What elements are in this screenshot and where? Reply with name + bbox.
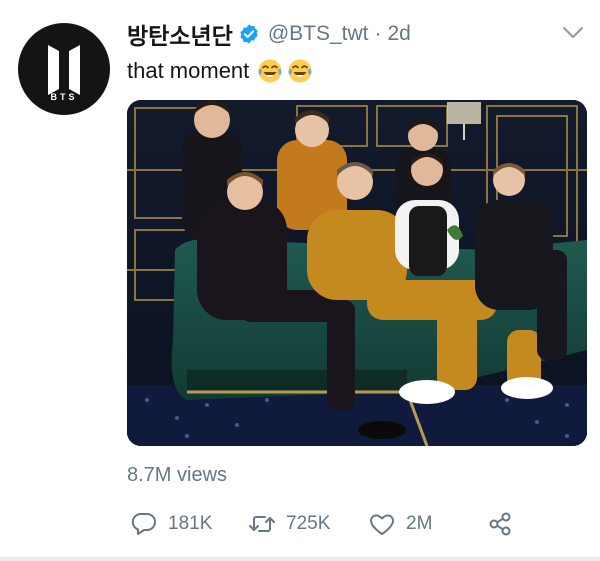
chevron-down-icon[interactable] [562, 25, 584, 41]
heart-icon [370, 514, 394, 535]
reply-button[interactable]: 181K [130, 509, 212, 539]
retweet-count: 725K [286, 513, 331, 534]
timestamp[interactable]: 2d [388, 22, 411, 46]
verified-badge-icon [240, 24, 258, 44]
group-photo-image [127, 100, 587, 446]
share-icon [489, 512, 511, 536]
like-button[interactable]: 2M [368, 509, 432, 539]
retweet-button[interactable]: 725K [248, 509, 330, 539]
divider [0, 557, 600, 561]
avatar[interactable]: BTS [18, 23, 110, 115]
separator-dot: · [374, 22, 382, 45]
handle[interactable]: @BTS_twt [268, 22, 369, 46]
retweet-icon [249, 516, 275, 532]
tears-of-joy-emoji-icon [288, 59, 312, 83]
display-name[interactable]: 방탄소년단 [127, 17, 233, 51]
like-count: 2M [406, 513, 433, 534]
tears-of-joy-emoji-icon [258, 59, 282, 83]
view-count: 8.7M views [127, 464, 228, 486]
tweet-media-photo[interactable] [127, 100, 587, 446]
reply-count: 181K [168, 513, 213, 534]
tweet-text-content: that moment [127, 58, 250, 83]
tweet-header: 방탄소년단 @BTS_twt · 2d [127, 17, 560, 51]
share-button[interactable] [486, 509, 514, 539]
reply-icon [131, 512, 156, 535]
avatar-logo-text: BTS [50, 92, 78, 102]
tweet-text: that moment [127, 58, 313, 84]
tweet-actions: 181K 725K 2M [130, 509, 530, 539]
